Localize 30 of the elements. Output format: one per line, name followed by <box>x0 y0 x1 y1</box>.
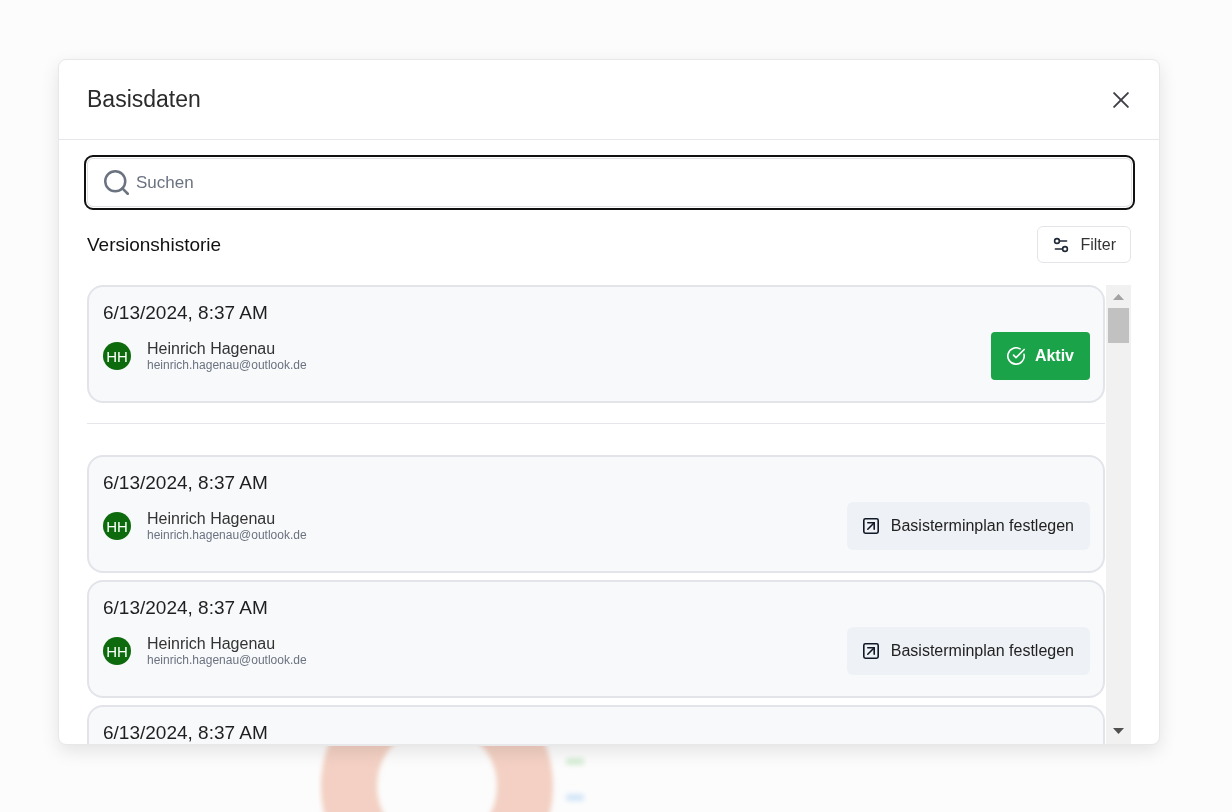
user-email: heinrich.hagenau@outlook.de <box>147 528 307 542</box>
user-avatar: HH <box>103 637 131 665</box>
set-baseline-button[interactable]: Basisterminplan festlegen <box>846 627 1090 675</box>
close-icon <box>1113 91 1129 108</box>
sliders-icon <box>1053 236 1070 253</box>
dialog-title: Basisdaten <box>87 86 201 113</box>
user-name: Heinrich Hagenau <box>147 340 276 358</box>
filter-button[interactable]: Filter <box>1037 226 1131 263</box>
arrow-square-icon <box>862 518 879 534</box>
version-date: 6/13/2024, 8:37 AM <box>103 471 268 495</box>
version-date: 6/13/2024, 8:37 AM <box>103 721 268 744</box>
caret-up-icon[interactable] <box>1113 294 1124 300</box>
search-icon <box>104 170 129 195</box>
user-name: Heinrich Hagenau <box>147 635 276 653</box>
close-button[interactable] <box>1113 91 1129 108</box>
version-date: 6/13/2024, 8:37 AM <box>103 301 268 325</box>
version-date: 6/13/2024, 8:37 AM <box>103 596 268 620</box>
scrollbar[interactable] <box>1106 285 1131 744</box>
user-email: heinrich.hagenau@outlook.de <box>147 358 307 372</box>
user-name: Heinrich Hagenau <box>147 510 276 528</box>
check-circle-icon <box>1006 347 1025 365</box>
arrow-square-icon <box>862 643 879 659</box>
caret-down-icon[interactable] <box>1113 728 1124 734</box>
user-avatar: HH <box>103 512 131 540</box>
user-email: heinrich.hagenau@outlook.de <box>147 653 307 667</box>
user-avatar: HH <box>103 342 131 370</box>
section-title: Versionshistorie <box>87 233 222 256</box>
scrollbar-thumb[interactable] <box>1108 308 1129 343</box>
set-baseline-button[interactable]: Basisterminplan festlegen <box>846 502 1090 550</box>
search-field[interactable]: Suchen <box>84 155 1135 210</box>
